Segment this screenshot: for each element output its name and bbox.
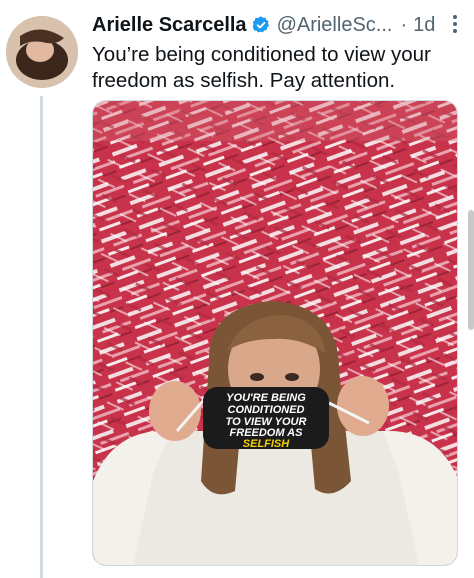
author-name[interactable]: Arielle Scarcella [92, 14, 247, 37]
dot [453, 15, 457, 19]
mask-line-1: YOU'RE BEING [226, 392, 306, 404]
photo-image: YOU'RE BEING CONDITIONED TO VIEW YOUR FR… [93, 101, 457, 565]
tweet-header: Arielle Scarcella @ArielleSc... · 1d [92, 12, 464, 38]
thread-line [40, 96, 43, 578]
mask-line-2: CONDITIONED [228, 404, 305, 416]
tweet[interactable]: Arielle Scarcella @ArielleSc... · 1d You… [0, 0, 474, 578]
dot [453, 22, 457, 26]
dot [453, 29, 457, 33]
tweet-photo[interactable]: YOU'RE BEING CONDITIONED TO VIEW YOUR FR… [92, 100, 458, 566]
tweet-text: You’re being conditioned to view your fr… [92, 43, 431, 92]
verified-badge-icon [251, 15, 271, 35]
timestamp[interactable]: 1d [413, 14, 435, 37]
author-handle[interactable]: @ArielleSc... [277, 14, 393, 37]
avatar-image [6, 16, 78, 88]
mask-line-5: SELFISH [243, 438, 291, 450]
avatar[interactable] [6, 16, 78, 88]
scrollbar[interactable] [468, 210, 474, 330]
separator-dot: · [400, 13, 408, 36]
more-options-icon[interactable] [446, 12, 464, 36]
